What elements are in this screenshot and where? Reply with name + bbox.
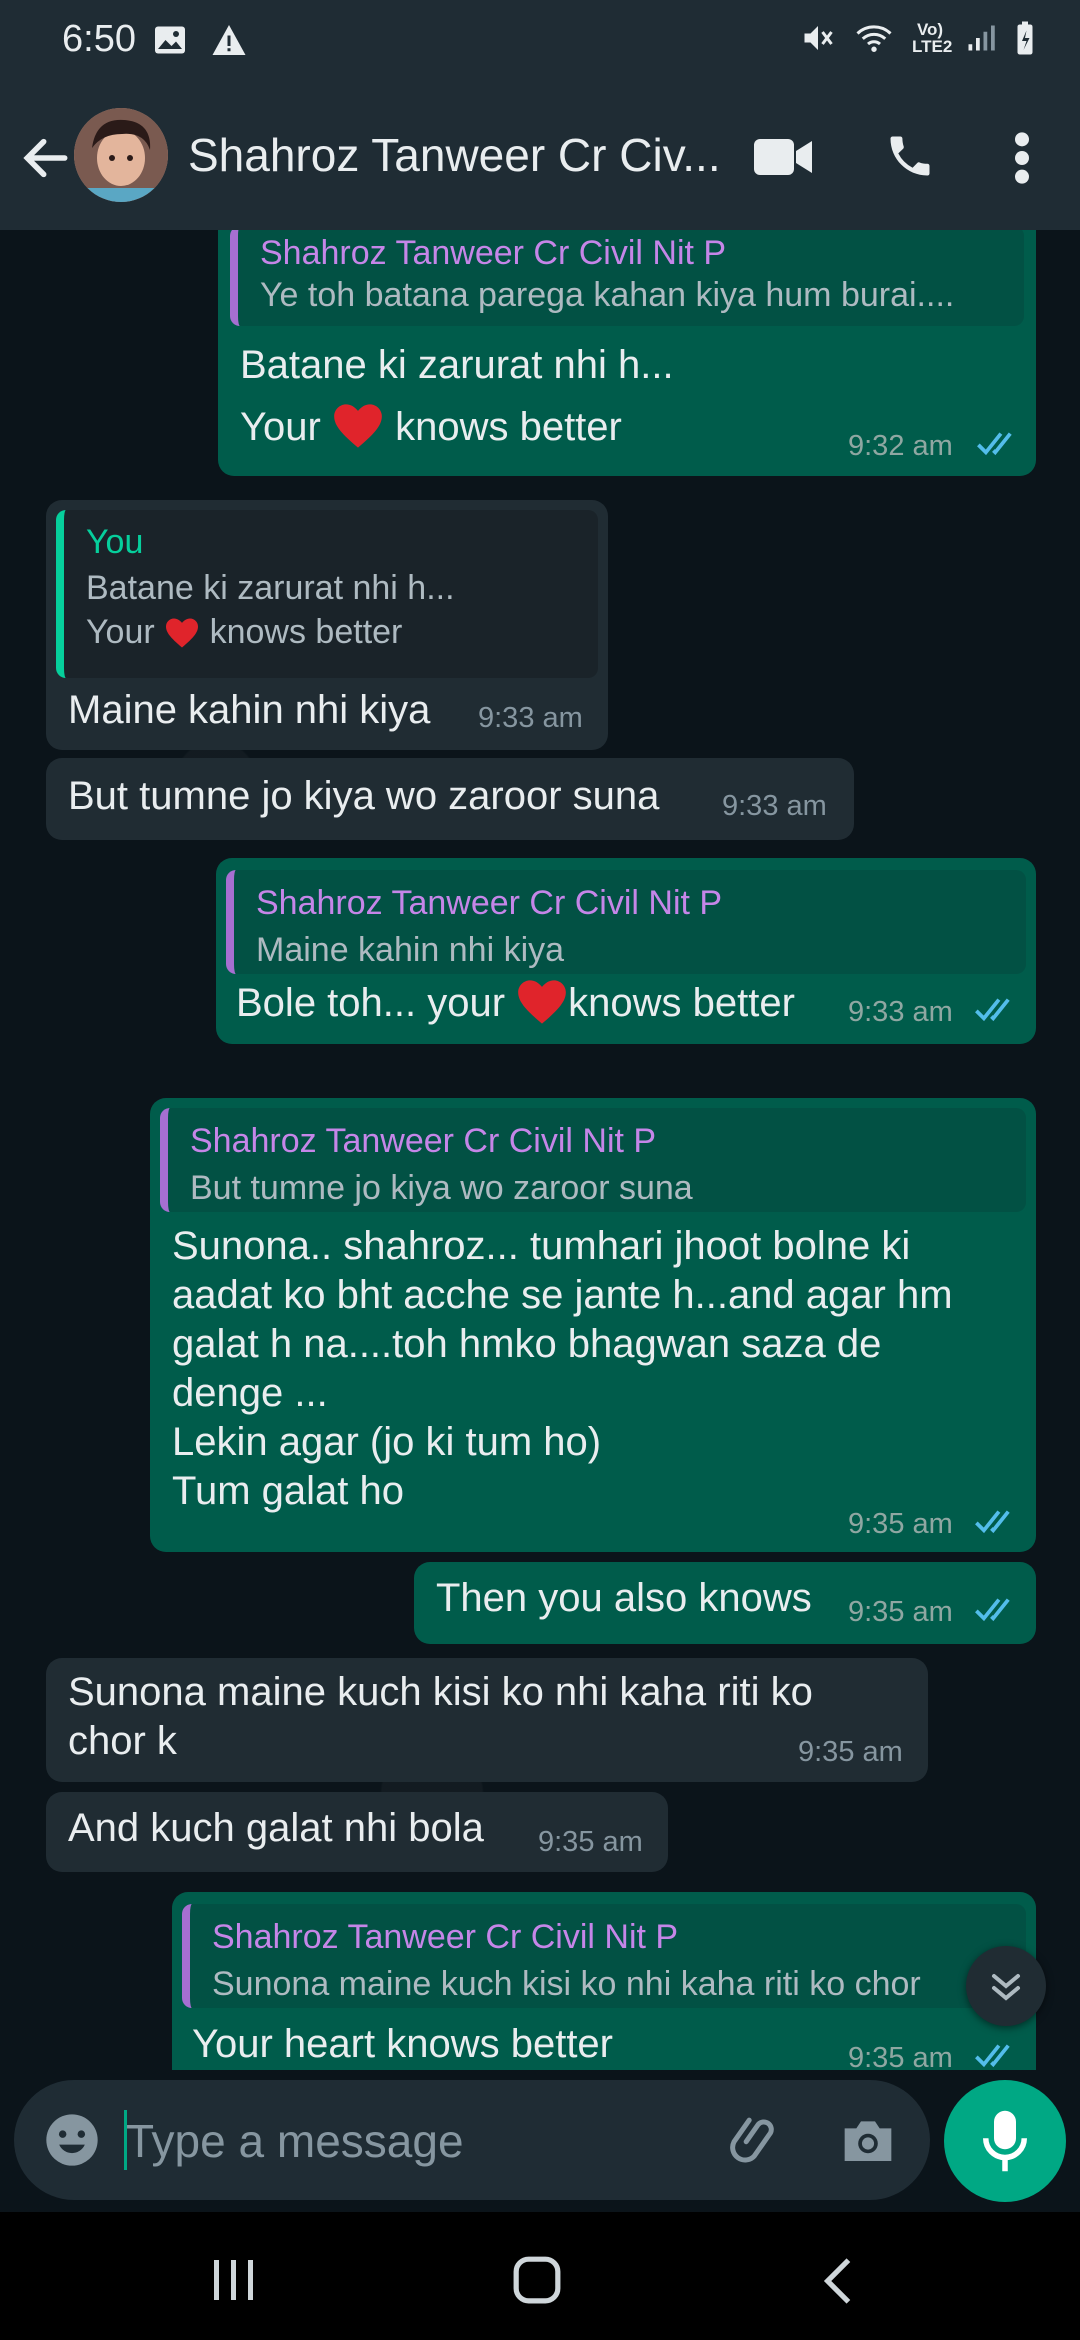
heart-emoji-icon [166,618,199,648]
read-ticks-icon [977,432,1012,456]
quote-text: Sunona maine kuch kisi ko nhi kaha riti … [212,1965,921,2003]
image-icon [155,26,185,54]
recents-icon[interactable] [210,2258,258,2302]
quoted-message[interactable]: Shahroz Tanweer Cr Civil Nit P Sunona ma… [182,1904,1026,2008]
camera-icon[interactable] [840,2114,896,2166]
quote-text-line: Your knows better [86,613,403,651]
message-bubble-outgoing[interactable]: Shahroz Tanweer Cr Civil Nit P Sunona ma… [172,1892,1036,2070]
battery-icon [1017,21,1033,55]
status-time: 6:50 [62,18,136,60]
message-bubble-incoming[interactable]: You Batane ki zarurat nhi h... Your know… [46,500,608,750]
contact-name[interactable]: Shahroz Tanweer Cr Civ... [188,128,728,182]
quote-text-line: Batane ki zarurat nhi h... [86,569,455,607]
quoted-message[interactable]: Shahroz Tanweer Cr Civil Nit P Ye toh ba… [230,230,1024,326]
video-call-icon[interactable] [754,134,814,180]
message-time: 9:35 am [538,1826,643,1858]
quote-text: But tumne jo kiya wo zaroor suna [190,1169,693,1207]
message-time: 9:33 am [848,996,953,1028]
quote-text: Ye toh batana parega kahan kiya hum bura… [260,276,955,314]
quoted-message[interactable]: Shahroz Tanweer Cr Civil Nit P But tumne… [160,1108,1026,1212]
quote-text: Maine kahin nhi kiya [256,931,565,969]
warning-icon [212,25,246,55]
read-ticks-icon [975,998,1010,1022]
read-ticks-icon [975,1510,1010,1534]
quote-author: Shahroz Tanweer Cr Civil Nit P [256,884,723,922]
more-options-icon[interactable] [1012,130,1032,186]
message-bubble-outgoing[interactable]: Shahroz Tanweer Cr Civil Nit P Ye toh ba… [218,230,1036,476]
message-text: Bole toh... your knows better [236,978,795,1028]
read-ticks-icon [975,1598,1010,1622]
message-time: 9:35 am [848,2042,953,2070]
back-icon[interactable] [820,2256,856,2306]
quote-author: Shahroz Tanweer Cr Civil Nit P [260,234,727,272]
message-text: But tumne jo kiya wo zaroor suna [68,774,660,818]
composer-bar: Type a message [0,2070,1080,2210]
message-text: Then you also knows [436,1576,812,1620]
message-bubble-outgoing[interactable]: Shahroz Tanweer Cr Civil Nit P But tumne… [150,1098,1036,1552]
message-time: 9:35 am [798,1736,903,1768]
home-icon[interactable] [512,2254,562,2306]
back-arrow-icon[interactable] [18,130,74,186]
heart-emoji-icon [334,404,382,448]
message-time: 9:32 am [848,430,953,462]
network-label: Vo) LTE2 [912,20,953,56]
mic-icon [983,2110,1027,2172]
heart-emoji-icon [518,980,567,1024]
wifi-icon [856,25,892,52]
emoji-icon[interactable] [44,2112,100,2168]
quote-author: Shahroz Tanweer Cr Civil Nit P [212,1918,679,1956]
quote-author: You [86,523,144,561]
avatar[interactable] [74,108,168,202]
message-bubble-incoming[interactable]: And kuch galat nhi bola 9:35 am [46,1792,668,1872]
mute-icon [804,26,833,50]
message-text: And kuch galat nhi bola [68,1806,484,1850]
message-text: Sunona maine kuch kisi ko nhi kaha riti … [68,1670,813,1763]
double-chevron-down-icon [992,1974,1020,2001]
message-text: Sunona.. shahroz... tumhari jhoot bolne … [172,1224,953,1513]
message-text: Your heart knows better [192,2022,613,2066]
voice-message-button[interactable] [944,2080,1066,2202]
phone-call-icon[interactable] [884,128,936,184]
message-text: Batane ki zarurat nhi h... Your knows be… [240,343,674,449]
message-input-container[interactable]: Type a message [14,2080,930,2200]
message-bubble-outgoing[interactable]: Shahroz Tanweer Cr Civil Nit P Maine kah… [216,858,1036,1044]
message-text: Maine kahin nhi kiya [68,688,431,732]
message-time: 9:33 am [478,702,583,734]
message-bubble-outgoing[interactable]: Then you also knows 9:35 am [414,1562,1036,1644]
quote-author: Shahroz Tanweer Cr Civil Nit P [190,1122,657,1160]
message-bubble-incoming[interactable]: Sunona maine kuch kisi ko nhi kaha riti … [46,1658,928,1782]
message-input[interactable]: Type a message [126,2114,464,2168]
chat-area[interactable]: Shahroz Tanweer Cr Civil Nit P Ye toh ba… [0,230,1080,2070]
quoted-message[interactable]: Shahroz Tanweer Cr Civil Nit P Maine kah… [226,870,1026,974]
message-time: 9:33 am [722,790,827,822]
signal-icon [968,25,995,51]
read-ticks-icon [975,2044,1010,2068]
status-bar: 6:50 Vo) LTE2 [0,0,1080,84]
message-bubble-incoming[interactable]: But tumne jo kiya wo zaroor suna 9:33 am [46,758,854,840]
attach-icon[interactable] [726,2110,786,2170]
chat-header: Shahroz Tanweer Cr Civ... [0,84,1080,230]
quoted-message[interactable]: You Batane ki zarurat nhi h... Your know… [56,510,598,678]
system-nav-bar [0,2212,1080,2340]
message-time: 9:35 am [848,1596,953,1628]
scroll-to-bottom-button[interactable] [966,1946,1046,2026]
message-time: 9:35 am [848,1508,953,1540]
